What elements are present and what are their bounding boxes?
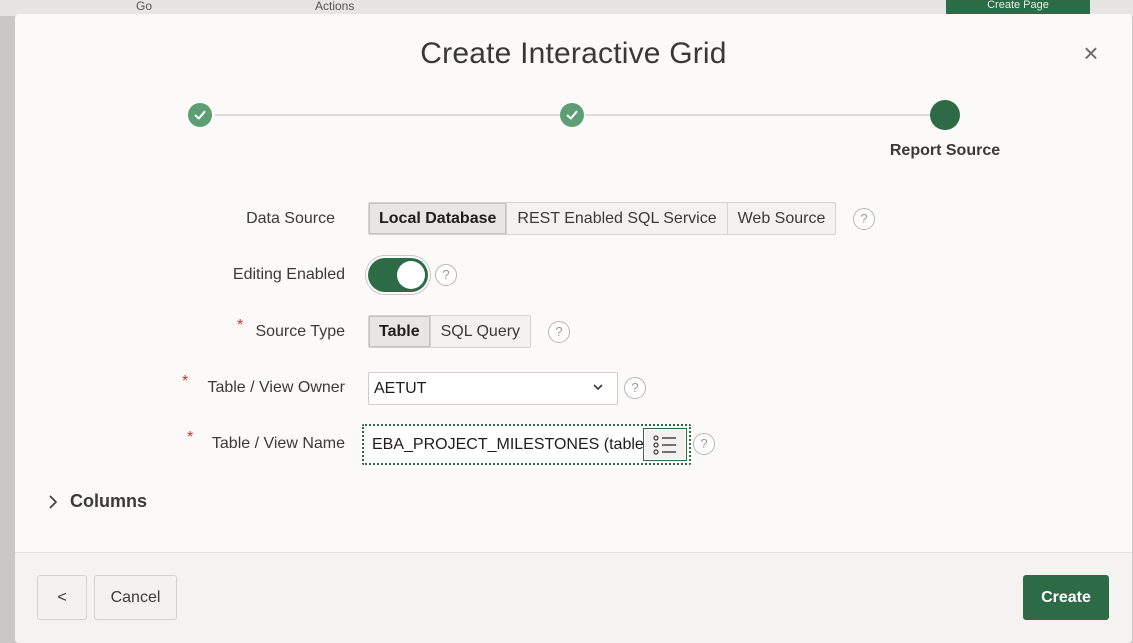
background-go-label: Go [136,0,153,13]
toggle-knob [397,261,425,289]
list-icon [653,434,676,455]
dialog-title: Create Interactive Grid [420,37,727,70]
help-icon[interactable]: ? [548,321,570,343]
help-icon[interactable]: ? [435,264,457,286]
wizard-step-complete [188,103,212,127]
background-create-page-button: Create Page [946,0,1090,14]
source-type-label: * Source Type [205,317,345,341]
columns-section-label: Columns [70,491,148,511]
help-icon[interactable]: ? [624,377,646,399]
wizard-step-complete [560,103,584,127]
background-actions-label: Actions [315,0,355,13]
dialog-footer: < Cancel Create [15,552,1132,643]
data-source-radio-group: Local Database REST Enabled SQL Service … [368,202,837,235]
table-view-name-input[interactable]: EBA_PROJECT_MILESTONES (table [368,429,658,460]
table-view-name-label: * Table / View Name [175,429,345,453]
table-view-owner-label-text: Table / View Owner [207,379,345,396]
chevron-right-icon [49,494,58,509]
required-marker: * [182,373,189,390]
editing-enabled-toggle[interactable] [368,258,428,292]
wizard-track-segment [215,114,573,116]
help-icon[interactable]: ? [693,433,715,455]
wizard-step-current [930,100,960,130]
source-type-option-sql-query[interactable]: SQL Query [431,316,530,347]
wizard-track-segment [585,114,943,116]
create-button[interactable]: Create [1023,575,1109,620]
data-source-label: Data Source [246,210,335,227]
cancel-button[interactable]: Cancel [94,575,177,620]
checkmark-icon [194,110,206,120]
table-view-owner-label: * Table / View Owner [175,373,345,397]
source-type-option-table[interactable]: Table [369,316,431,347]
source-type-radio-group: Table SQL Query [368,315,532,348]
close-icon[interactable]: × [1079,40,1103,66]
table-view-owner-value: AETUT [374,380,427,397]
previous-button[interactable]: < [37,575,87,620]
create-interactive-grid-dialog: Create Interactive Grid × Report Source … [15,14,1132,643]
columns-section-toggle[interactable]: Columns [48,491,147,512]
help-icon[interactable]: ? [853,208,875,230]
source-type-label-text: Source Type [255,323,345,340]
editing-enabled-label: Editing Enabled [232,266,345,283]
chevron-down-icon [593,384,603,391]
data-source-option-rest-enabled-sql[interactable]: REST Enabled SQL Service [507,203,728,234]
table-view-owner-select[interactable]: AETUT [368,372,618,405]
required-marker: * [187,429,194,446]
list-of-values-button[interactable] [643,428,687,461]
table-view-name-label-text: Table / View Name [211,435,345,452]
data-source-option-local-database[interactable]: Local Database [369,203,508,234]
required-marker: * [237,317,244,334]
data-source-option-web-source[interactable]: Web Source [728,203,836,234]
wizard-step-label: Report Source [889,142,1001,159]
checkmark-icon [566,110,578,120]
